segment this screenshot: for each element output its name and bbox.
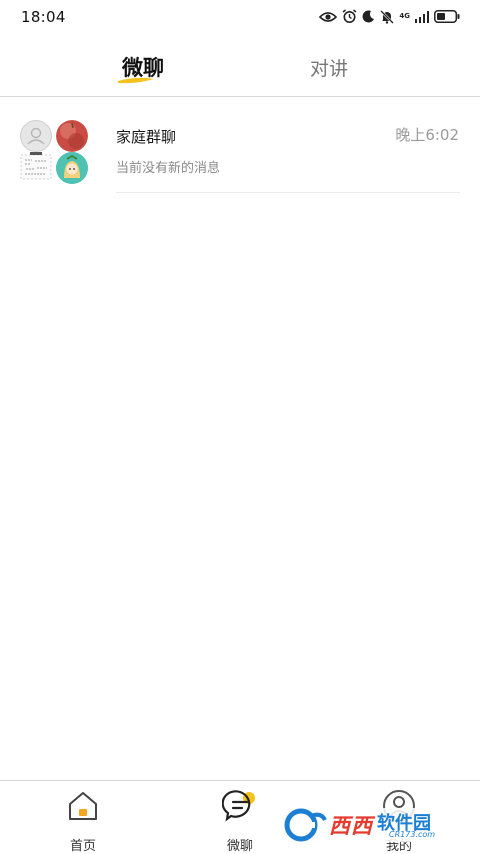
moon-icon — [362, 10, 375, 23]
top-tab-bar: 微聊 对讲 — [0, 44, 480, 96]
top-divider — [0, 96, 480, 97]
chat-bubble-icon — [221, 788, 258, 824]
bottom-nav: 首页 微聊 我的 西西 软件园 CR173.com — [0, 780, 480, 854]
battery-icon — [434, 10, 460, 23]
status-icons: 4G — [319, 9, 460, 24]
chat-list-item[interactable]: 家庭群聊 当前没有新的消息 晚上6:02 — [0, 112, 480, 194]
nav-item-chat[interactable]: 微聊 — [200, 788, 280, 854]
network-type: 4G — [399, 12, 410, 20]
tab-intercom[interactable]: 对讲 — [310, 54, 348, 81]
status-time: 18:04 — [21, 8, 66, 26]
group-avatar — [20, 120, 92, 184]
list-divider — [116, 192, 460, 193]
cartoon-girl-avatar — [56, 152, 88, 184]
home-icon — [65, 788, 101, 824]
chat-time: 晚上6:02 — [395, 126, 459, 144]
nav-item-home[interactable]: 首页 — [43, 788, 123, 854]
nav-label-chat: 微聊 — [226, 839, 253, 854]
watermark-brand: 西西 — [329, 814, 373, 838]
apple-avatar — [56, 120, 88, 152]
chat-preview: 当前没有新的消息 — [116, 161, 221, 176]
qr-sketch-avatar — [20, 152, 52, 184]
default-user-avatar — [20, 120, 52, 152]
signal-icon — [415, 10, 429, 23]
status-bar: 18:04 4G — [0, 0, 480, 34]
watermark-url: CR173.com — [389, 830, 436, 839]
alarm-icon — [342, 9, 357, 24]
watermark-logo: 西西 软件园 CR173.com — [281, 806, 457, 844]
eye-icon — [319, 11, 338, 23]
nav-label-home: 首页 — [69, 839, 96, 854]
tab-chat[interactable]: 微聊 — [122, 52, 164, 82]
mute-bell-icon — [380, 9, 395, 24]
chat-name: 家庭群聊 — [116, 128, 177, 146]
bottom-divider — [0, 780, 480, 781]
